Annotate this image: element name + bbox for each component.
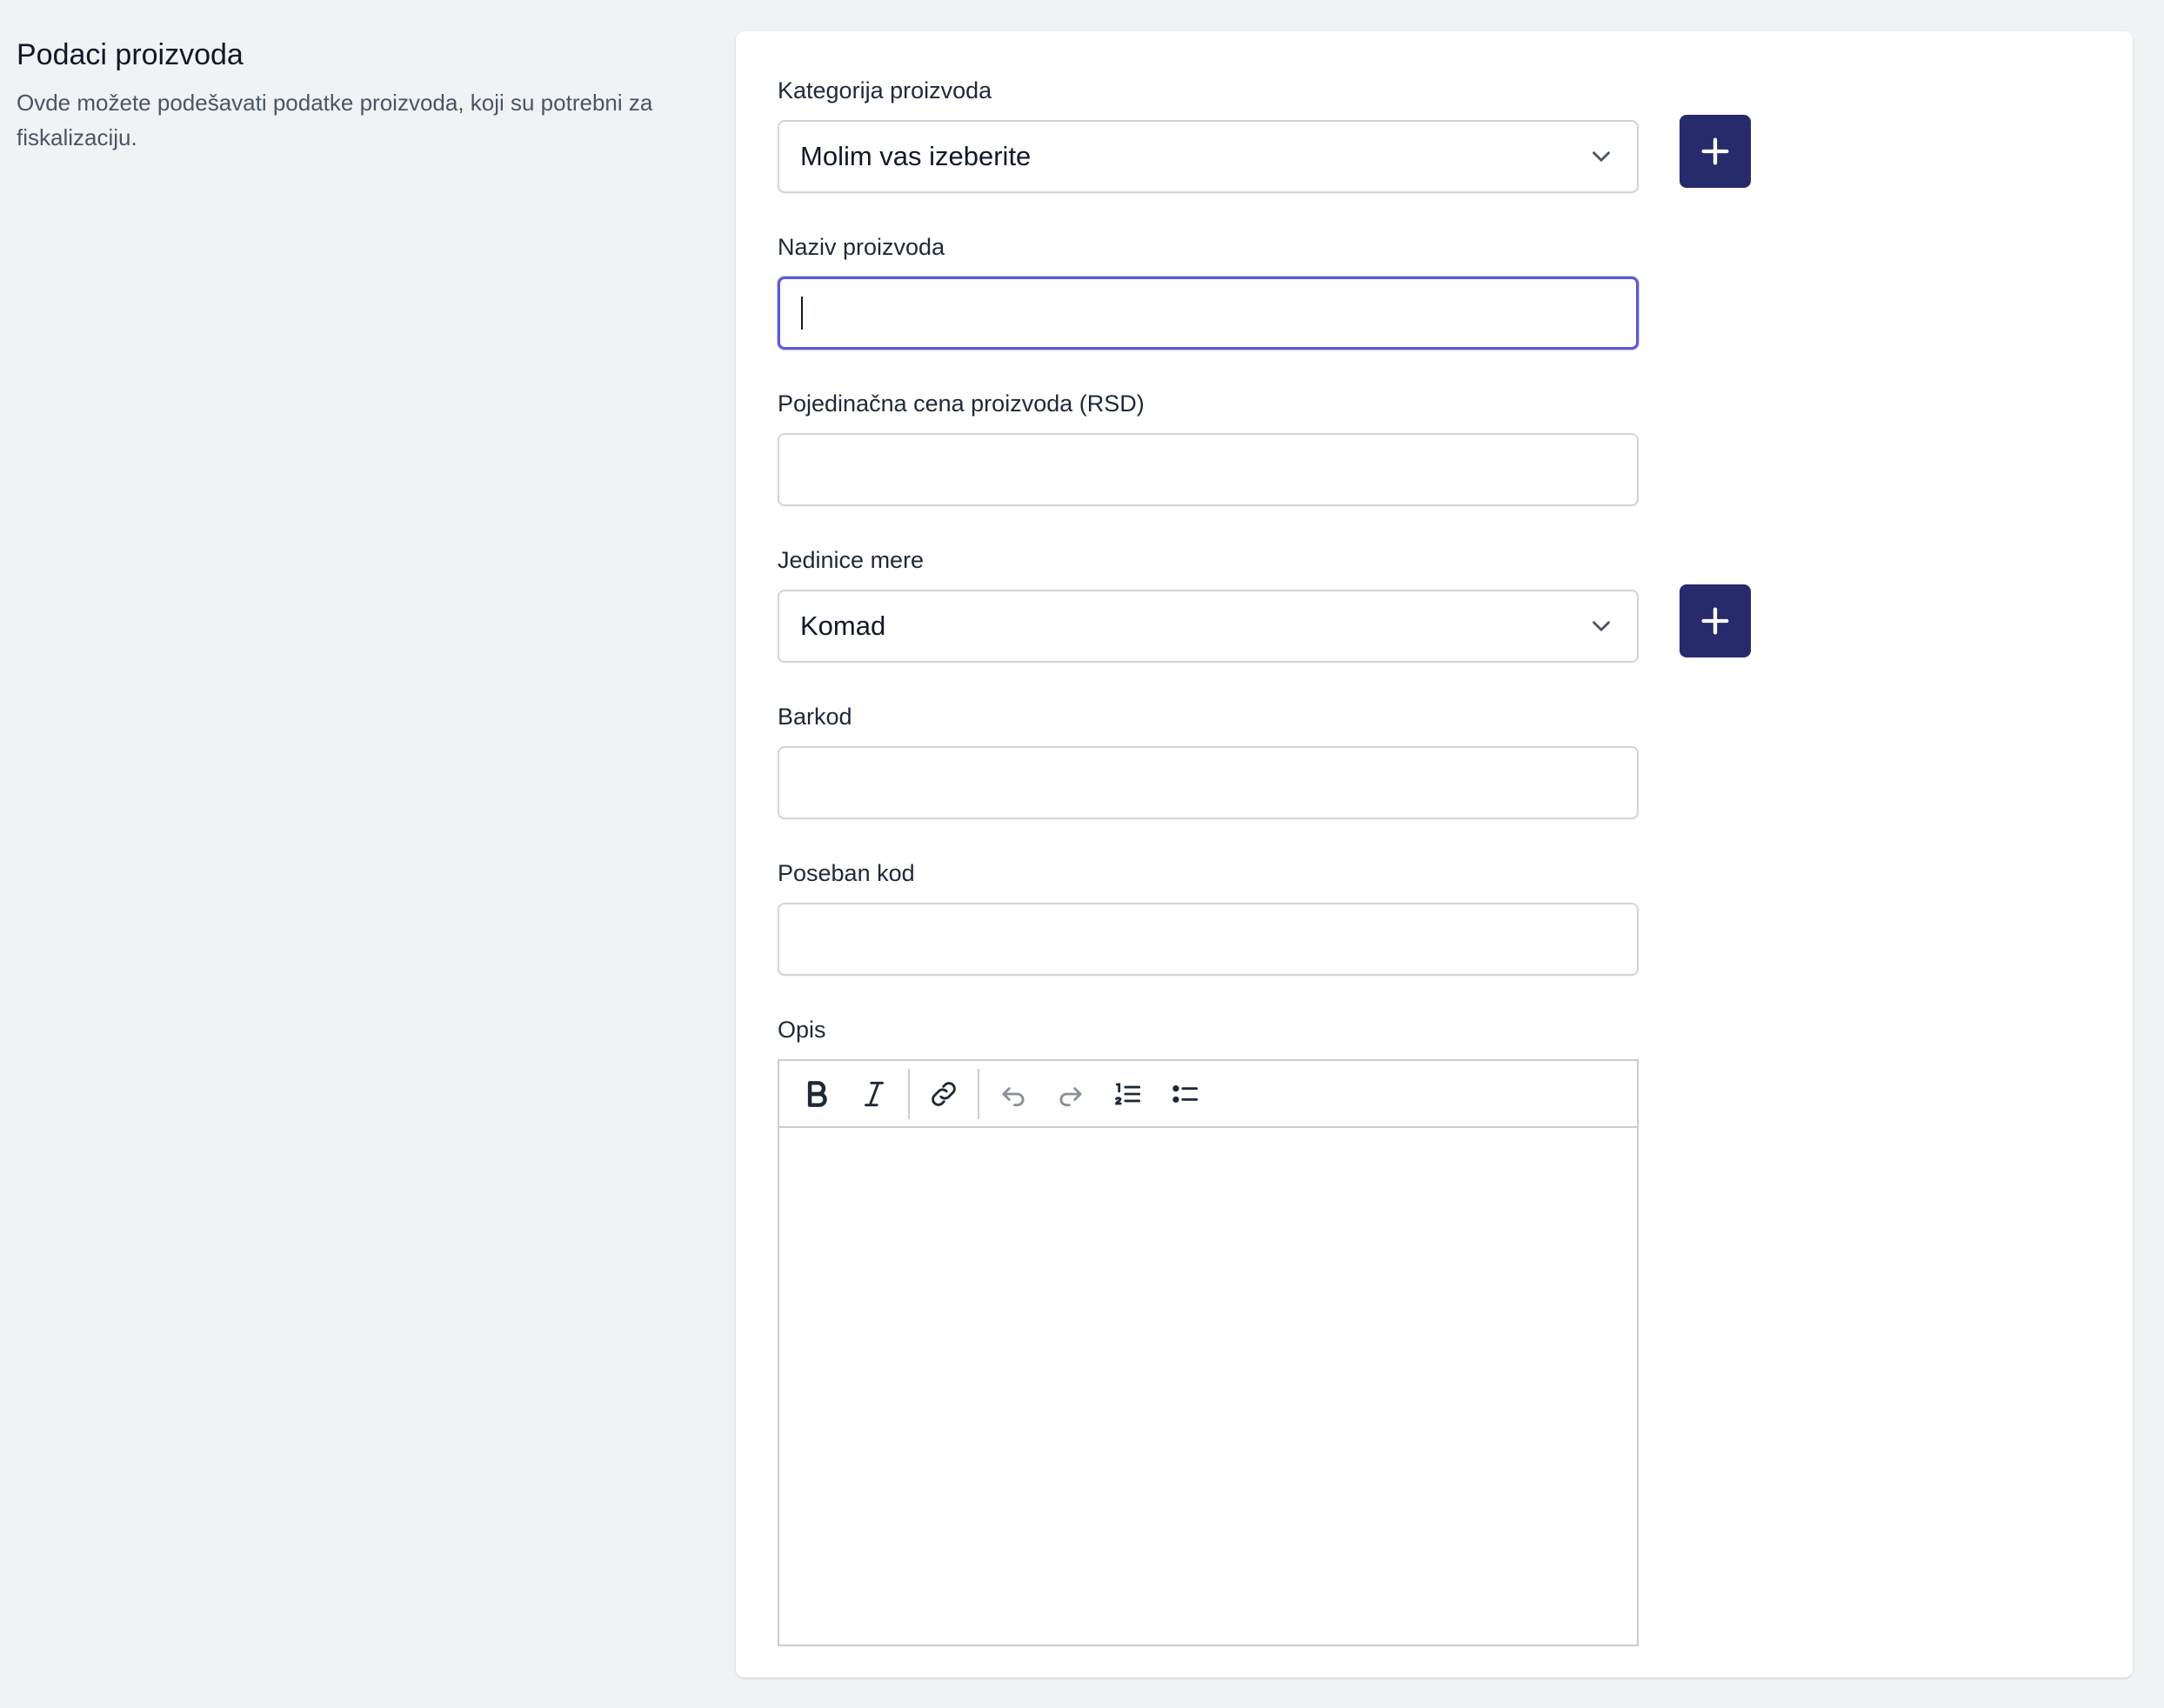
plus-icon	[1701, 607, 1729, 635]
special-code-field: Poseban kod	[778, 856, 1639, 976]
description-field: Opis	[778, 1012, 1639, 1646]
category-select[interactable]: Molim vas izeberite	[778, 120, 1639, 193]
undo-button[interactable]	[985, 1067, 1042, 1121]
chevron-down-icon	[1593, 151, 1610, 162]
section-title: Podaci proizvoda	[17, 38, 244, 71]
barcode-input[interactable]	[778, 746, 1639, 819]
redo-icon	[1059, 1086, 1082, 1106]
unit-label: Jedinice mere	[778, 547, 925, 573]
text-caret	[801, 297, 803, 330]
bulleted-list-icon	[1172, 1084, 1199, 1103]
bold-button[interactable]	[788, 1067, 845, 1121]
special-code-label: Poseban kod	[778, 860, 915, 886]
toolbar-separator	[978, 1068, 979, 1119]
numbered-list-button[interactable]	[1099, 1067, 1157, 1121]
page: Podaci proizvoda Ovde možete podešavati …	[0, 0, 2164, 1708]
italic-button[interactable]	[845, 1067, 903, 1121]
barcode-label: Barkod	[778, 704, 852, 730]
unit-selected-value: Komad	[800, 610, 886, 641]
toolbar-separator	[908, 1068, 910, 1119]
price-label: Pojedinačna cena proizvoda (RSD)	[778, 390, 1145, 417]
name-input[interactable]	[778, 277, 1639, 350]
product-form-card: Kategorija proizvoda Molim vas izeberite…	[736, 31, 2133, 1678]
category-selected-value: Molim vas izeberite	[800, 141, 1032, 171]
numbered-list-icon	[1115, 1082, 1141, 1104]
add-category-button[interactable]	[1680, 115, 1751, 188]
link-icon	[932, 1081, 956, 1106]
name-field: Naziv proizvoda	[778, 230, 1639, 350]
price-field: Pojedinačna cena proizvoda (RSD)	[778, 386, 1639, 506]
category-field: Kategorija proizvoda Molim vas izeberite	[778, 73, 1639, 193]
italic-icon	[865, 1081, 884, 1106]
bold-icon	[807, 1080, 827, 1107]
editor-toolbar	[779, 1061, 1637, 1128]
chevron-down-icon	[1593, 621, 1610, 631]
unit-field: Jedinice mere Komad	[778, 543, 1639, 663]
undo-icon	[1002, 1086, 1025, 1106]
editor-content-area[interactable]	[779, 1128, 1637, 1645]
plus-icon	[1701, 137, 1729, 165]
link-button[interactable]	[915, 1067, 972, 1121]
bulleted-list-button[interactable]	[1157, 1067, 1214, 1121]
price-input[interactable]	[778, 433, 1639, 506]
unit-select[interactable]: Komad	[778, 590, 1639, 663]
description-label: Opis	[778, 1017, 826, 1043]
add-unit-button[interactable]	[1680, 584, 1751, 657]
rich-text-editor	[778, 1059, 1639, 1646]
redo-button[interactable]	[1042, 1067, 1099, 1121]
section-description: Ovde možete podešavati podatke proizvoda…	[17, 90, 653, 150]
name-label: Naziv proizvoda	[778, 234, 945, 260]
section-intro: Podaci proizvoda Ovde možete podešavati …	[17, 35, 695, 155]
barcode-field: Barkod	[778, 699, 1639, 819]
special-code-input[interactable]	[778, 903, 1639, 976]
category-label: Kategorija proizvoda	[778, 77, 992, 103]
